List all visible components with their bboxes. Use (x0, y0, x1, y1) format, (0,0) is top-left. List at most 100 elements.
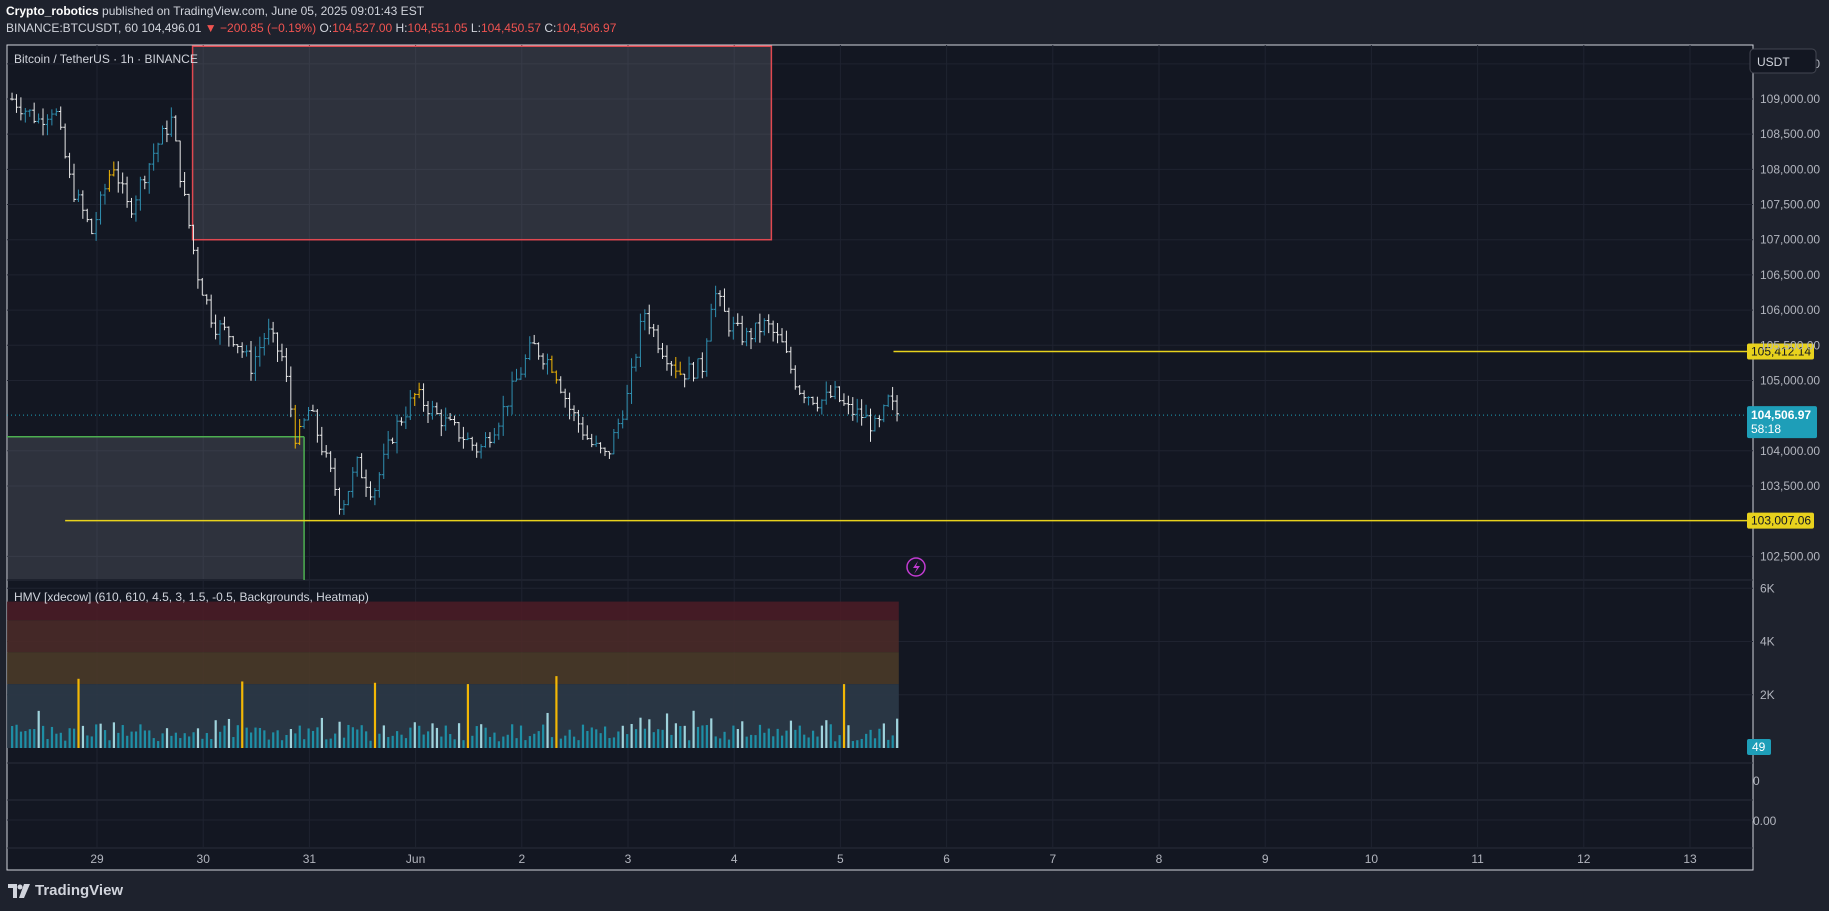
volume-bar (188, 736, 191, 748)
volume-bar (834, 741, 837, 748)
price-chart[interactable]: 105,412.14103,007.06104,506.9758:18 49 2… (0, 0, 1829, 911)
volume-bar (263, 730, 266, 748)
volume-bar (542, 724, 545, 748)
volume-bar (705, 725, 708, 748)
currency-button[interactable]: USDT (1749, 48, 1817, 74)
volume-bar (294, 733, 297, 748)
volume-tick-label: 6K (1760, 581, 1775, 595)
volume-bar (896, 718, 899, 748)
volume-bar (15, 724, 18, 748)
volume-bar (688, 740, 691, 748)
volume-bar (117, 732, 120, 748)
volume-bar (882, 723, 885, 748)
volume-bar (28, 729, 31, 748)
volume-bar (723, 731, 726, 748)
volume-tick-label: 4K (1760, 635, 1775, 649)
volume-bar (617, 731, 620, 748)
volume-bar (865, 733, 868, 748)
volume-bar (373, 682, 377, 748)
volume-bar (267, 739, 270, 748)
volume-bar (603, 726, 607, 748)
y-tick-label: 107,000.00 (1760, 233, 1820, 247)
volume-bar (794, 729, 797, 748)
volume-bar (11, 726, 14, 748)
x-tick-label: 10 (1365, 852, 1379, 866)
volume-bar (126, 735, 129, 748)
volume-bar (696, 726, 700, 748)
volume-bar (559, 738, 562, 748)
volume-bar (46, 739, 49, 748)
tradingview-icon (8, 883, 30, 898)
volume-last-value: 49 (1752, 740, 1766, 754)
volume-bar (232, 737, 235, 748)
volume-bar (249, 732, 253, 748)
volume-bar (714, 736, 717, 748)
volume-bar (511, 724, 514, 748)
volume-bar (413, 722, 416, 748)
volume-bar (475, 726, 478, 748)
volume-bar (19, 731, 23, 748)
volume-bar (68, 728, 71, 748)
volume-bar (316, 727, 319, 748)
y-tick-label: 108,500.00 (1760, 127, 1820, 141)
volume-bar (130, 731, 133, 748)
y-tick-label: 105,000.00 (1760, 373, 1820, 387)
volume-bar (878, 728, 881, 748)
volume-bar (311, 730, 315, 748)
volume-bar (227, 718, 231, 748)
volume-bar (847, 725, 850, 748)
volume-bar (537, 731, 540, 748)
volume-bar (573, 736, 576, 748)
volume-bar (285, 734, 288, 748)
volume-bar (497, 741, 500, 748)
y-tick-label: 109,000.00 (1760, 92, 1820, 106)
volume-bar (519, 725, 523, 748)
volume-bar (325, 739, 328, 748)
volume-bar (621, 725, 624, 748)
volume-tick-label: 2K (1760, 688, 1775, 702)
volume-bar (665, 713, 669, 748)
volume-bar (201, 738, 204, 748)
volume-bar (785, 730, 788, 748)
volume-bar (33, 729, 36, 748)
volume-bar (241, 681, 244, 748)
volume-bar (219, 731, 222, 748)
volume-bar (856, 740, 859, 748)
brand-logo[interactable]: TradingView (8, 882, 123, 899)
volume-bar (776, 728, 779, 748)
volume-bar (891, 735, 894, 748)
volume-bar (564, 735, 567, 748)
volume-bar (480, 724, 483, 748)
volume-bar (24, 731, 27, 748)
volume-bar (550, 737, 554, 748)
volume-bar (811, 730, 815, 748)
volume-bar (77, 678, 80, 748)
volume-bar (134, 731, 138, 748)
volume-bar (205, 733, 208, 748)
volume-bar (108, 740, 111, 748)
volume-bar (444, 725, 447, 748)
volume-bar (298, 725, 301, 748)
volume-bar (369, 740, 372, 748)
volume-bar (81, 725, 85, 748)
volume-bar (701, 725, 704, 748)
volume-bar (356, 729, 359, 748)
heatmap-band (7, 601, 899, 621)
oscillator-tick-label: 0.00 (1753, 814, 1777, 828)
volume-bar (732, 725, 735, 748)
volume-bar (798, 725, 801, 748)
volume-bar (466, 684, 470, 748)
chart-area[interactable]: 105,412.14 103,007.06 104,506.97 58:18 49 2… (0, 0, 1829, 911)
x-tick-label: 13 (1683, 852, 1697, 866)
x-tick-label: 29 (90, 852, 104, 866)
candle-countdown: 58:18 (1751, 422, 1781, 436)
y-tick-label: 105,500.00 (1760, 338, 1820, 352)
volume-bar (754, 735, 757, 748)
volume-bar (780, 735, 784, 748)
volume-bar (692, 710, 695, 748)
volume-bar (807, 737, 810, 748)
volume-bar (568, 729, 571, 748)
volume-bar (396, 731, 399, 748)
volume-bar (670, 734, 673, 748)
y-tick-label: 106,500.00 (1760, 268, 1820, 282)
